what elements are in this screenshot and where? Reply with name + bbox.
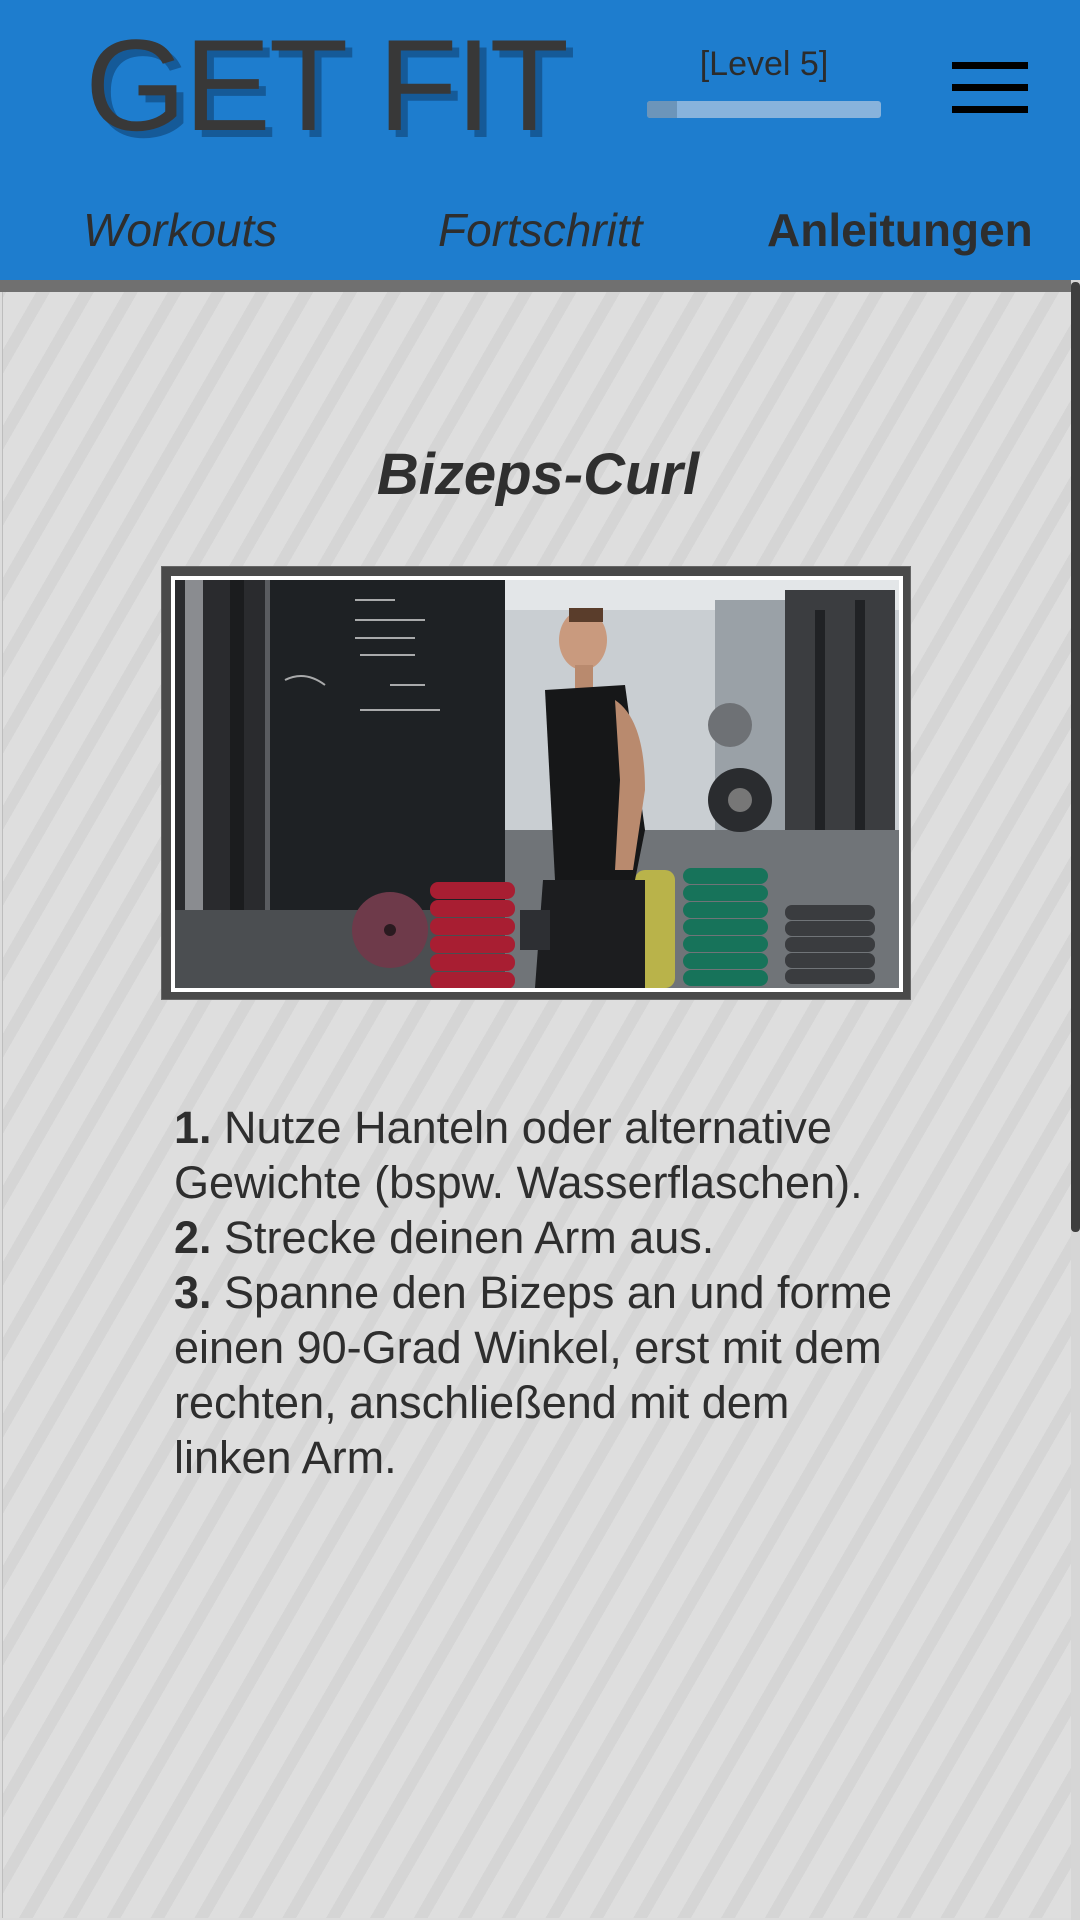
step-number: 3. — [174, 1267, 212, 1318]
app-logo[interactable]: GET FIT — [85, 10, 569, 160]
level-label: [Level 5] — [699, 45, 829, 83]
tab-workouts[interactable]: Workouts — [83, 190, 277, 270]
main-navigation: Workouts Fortschritt Anleitungen — [0, 190, 1080, 270]
scrollbar-thumb[interactable] — [1071, 282, 1080, 1232]
instruction-step: 1. Nutze Hanteln oder alternative Gewich… — [174, 1100, 914, 1210]
hamburger-menu-icon[interactable] — [940, 50, 1038, 130]
step-number: 1. — [174, 1102, 212, 1153]
instruction-list: 1. Nutze Hanteln oder alternative Gewich… — [174, 1100, 914, 1485]
exercise-video-frame[interactable] — [161, 566, 911, 1000]
step-text: Spanne den Bizeps an und forme einen 90-… — [174, 1267, 893, 1483]
tab-fortschritt[interactable]: Fortschritt — [438, 190, 642, 270]
tab-anleitungen[interactable]: Anleitungen — [767, 190, 1033, 270]
exercise-title: Bizeps-Curl — [376, 442, 700, 507]
exercise-video-thumbnail[interactable] — [171, 576, 903, 992]
app-header: GET FIT [Level 5] Workouts Fortschritt A… — [0, 0, 1080, 280]
level-progress-bar — [647, 101, 881, 118]
header-divider — [0, 280, 1080, 292]
step-text: Strecke deinen Arm aus. — [211, 1212, 715, 1263]
step-number: 2. — [174, 1212, 212, 1263]
instruction-step: 2. Strecke deinen Arm aus. — [174, 1210, 914, 1265]
step-text: Nutze Hanteln oder alternative Gewichte … — [174, 1102, 863, 1208]
level-progress-fill — [647, 101, 678, 118]
instruction-step: 3. Spanne den Bizeps an und forme einen … — [174, 1265, 914, 1485]
